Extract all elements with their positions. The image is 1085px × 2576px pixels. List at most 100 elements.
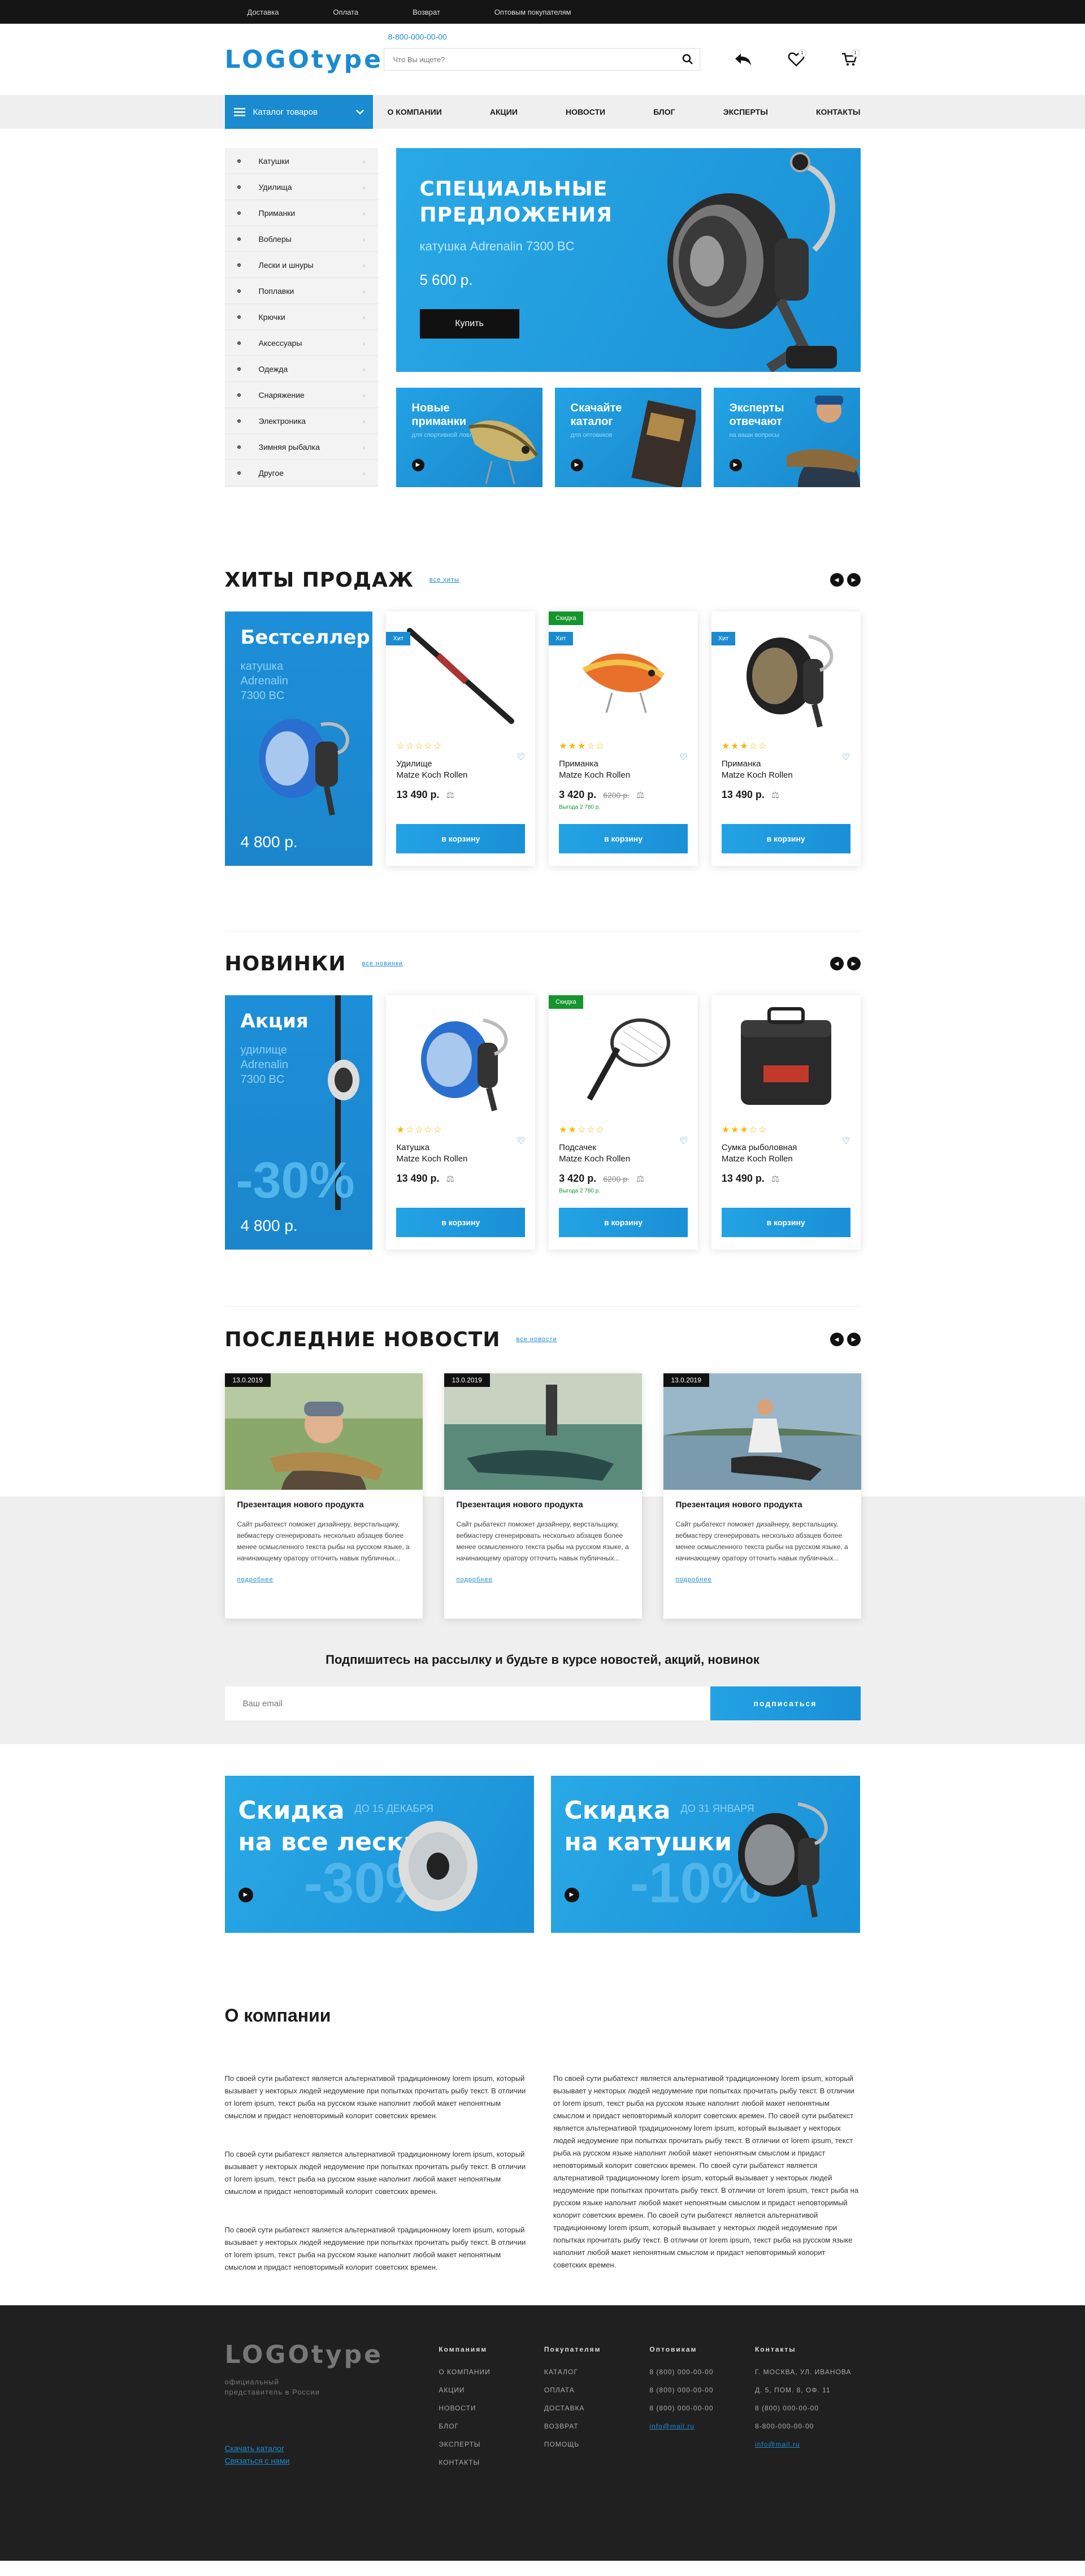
- prev-arrow-icon[interactable]: ◀: [830, 573, 844, 587]
- compare-icon[interactable]: ⚖: [771, 790, 779, 801]
- footer-phone[interactable]: 8 (800) 000-00-00: [649, 2381, 755, 2399]
- nav-link-about[interactable]: О КОМПАНИИ: [388, 107, 442, 116]
- product-card[interactable]: ★★★☆☆ ♡ Сумка рыболовная Matze Koch Rolle…: [711, 995, 861, 1250]
- logo[interactable]: LOGOtype: [225, 45, 384, 74]
- email-field[interactable]: [224, 1686, 710, 1720]
- topbar-link-wholesale[interactable]: Оптовым покупателям: [494, 8, 571, 16]
- footer-link[interactable]: ВОЗВРАТ: [544, 2417, 650, 2435]
- footer-link[interactable]: ПОМОЩЬ: [544, 2435, 650, 2453]
- product-card[interactable]: Хит ☆☆☆☆☆ ♡ Удилище Matze Koch Rollen 13 …: [386, 612, 536, 866]
- footer-link[interactable]: О КОМПАНИИ: [439, 2363, 544, 2381]
- news-item-title[interactable]: Презентация нового продукта: [237, 1500, 410, 1510]
- arrow-right-icon[interactable]: ▶: [411, 459, 424, 471]
- category-item[interactable]: Зимняя рыбалка ›: [224, 434, 378, 460]
- category-item[interactable]: Одежда ›: [224, 356, 378, 382]
- category-item[interactable]: Электроника ›: [224, 408, 378, 434]
- compare-icon[interactable]: ⚖: [446, 1173, 454, 1185]
- product-name[interactable]: Matze Koch Rollen: [396, 1154, 467, 1164]
- sale-banner-line[interactable]: Скидка на все лески ДО 15 ДЕКАБРЯ -30% ▶: [224, 1776, 534, 1933]
- news-card[interactable]: 13.0.2019 Презентация нового продукта Са…: [663, 1373, 861, 1619]
- bestseller-promo[interactable]: Бестселлер катушка Adrenalin 7300 BC 4 8…: [224, 612, 373, 866]
- tile-new-lures[interactable]: Новые приманки для спортивной ловли ▶: [396, 388, 542, 487]
- heart-icon[interactable]: ♡: [517, 1135, 525, 1147]
- arrow-right-icon[interactable]: ▶: [238, 1888, 253, 1902]
- footer-link[interactable]: ОПЛАТА: [544, 2381, 650, 2399]
- nav-link-experts[interactable]: ЭКСПЕРТЫ: [723, 107, 768, 116]
- heart-icon[interactable]: ♡: [517, 752, 525, 763]
- next-arrow-icon[interactable]: ▶: [847, 573, 861, 587]
- footer-phone[interactable]: 8 (800) 000-00-00: [649, 2363, 755, 2381]
- nav-link-blog[interactable]: БЛОГ: [653, 107, 675, 116]
- read-more-link[interactable]: подробнее: [237, 1576, 410, 1583]
- action-promo[interactable]: Акция удилище Adrenalin 7300 BC -30% 4 8…: [224, 995, 373, 1250]
- add-to-cart-button[interactable]: в корзину: [559, 1208, 688, 1237]
- heart-icon[interactable]: ♡: [679, 752, 687, 763]
- product-name[interactable]: Matze Koch Rollen: [396, 770, 467, 780]
- compare-icon[interactable]: ⚖: [636, 790, 644, 801]
- topbar-link-payment[interactable]: Оплата: [333, 8, 358, 16]
- nav-link-news[interactable]: НОВОСТИ: [566, 107, 605, 116]
- category-item[interactable]: Лески и шнуры ›: [224, 252, 378, 278]
- compare-icon[interactable]: ⚖: [771, 1173, 779, 1185]
- product-card[interactable]: Хит ★★★☆☆ ♡ Приманка Matze Koch Rollen 13…: [711, 612, 861, 866]
- news-item-title[interactable]: Презентация нового продукта: [457, 1500, 630, 1510]
- topbar-link-delivery[interactable]: Доставка: [248, 8, 279, 16]
- add-to-cart-button[interactable]: в корзину: [559, 824, 688, 853]
- next-arrow-icon[interactable]: ▶: [847, 957, 861, 970]
- category-item[interactable]: Приманки ›: [224, 200, 378, 226]
- product-name[interactable]: Matze Koch Rollen: [559, 770, 630, 780]
- sale-banner-reels[interactable]: Скидка на катушки ДО 31 ЯНВАРЯ -10% ▶: [550, 1776, 860, 1933]
- footer-phone[interactable]: 8 (800) 000-00-00: [755, 2399, 861, 2417]
- footer-link[interactable]: ДОСТАВКА: [544, 2399, 650, 2417]
- tile-experts[interactable]: Эксперты отвечают на ваши вопросы ▶: [713, 388, 860, 487]
- prev-arrow-icon[interactable]: ◀: [830, 957, 844, 970]
- news-card[interactable]: 13.0.2019 Презентация нового продукта Са…: [444, 1373, 642, 1619]
- compare-icon[interactable]: ⚖: [446, 790, 454, 801]
- footer-link[interactable]: КОНТАКТЫ: [439, 2453, 544, 2471]
- footer-link[interactable]: ЭКСПЕРТЫ: [439, 2435, 544, 2453]
- product-card[interactable]: Скидка ★★☆☆☆ ♡ Подсачек Matze Koch Rollen…: [549, 995, 698, 1250]
- category-item[interactable]: Аксессуары ›: [224, 330, 378, 356]
- cart-button[interactable]: 1: [838, 48, 861, 71]
- category-item[interactable]: Снаряжение ›: [224, 382, 378, 408]
- category-item[interactable]: Катушки ›: [224, 148, 378, 174]
- product-card[interactable]: Скидка Хит ★★★☆☆ ♡ Приманка Matze Koch Ro…: [549, 612, 698, 866]
- footer-email-link[interactable]: info@mail.ru: [755, 2440, 800, 2448]
- nav-link-sales[interactable]: АКЦИИ: [490, 107, 518, 116]
- prev-arrow-icon[interactable]: ◀: [830, 1333, 844, 1346]
- heart-icon[interactable]: ♡: [842, 1135, 850, 1147]
- product-name[interactable]: Matze Koch Rollen: [722, 1154, 793, 1164]
- footer-phone[interactable]: 8 (800) 000-00-00: [649, 2399, 755, 2417]
- product-card[interactable]: ★☆☆☆☆ ♡ Катушка Matze Koch Rollen 13 490 …: [386, 995, 536, 1250]
- arrow-right-icon[interactable]: ▶: [729, 459, 742, 471]
- search-input[interactable]: [383, 48, 700, 71]
- heart-icon[interactable]: ♡: [842, 752, 850, 763]
- add-to-cart-button[interactable]: в корзину: [721, 1208, 850, 1237]
- heart-icon[interactable]: ♡: [679, 1135, 687, 1147]
- add-to-cart-button[interactable]: в корзину: [396, 1208, 526, 1237]
- footer-phone[interactable]: 8-800-000-00-00: [755, 2417, 861, 2435]
- product-name[interactable]: Matze Koch Rollen: [559, 1154, 630, 1164]
- next-arrow-icon[interactable]: ▶: [847, 1333, 861, 1346]
- news-card[interactable]: 13.0.2019 Презентация нового продукта Са…: [224, 1373, 423, 1619]
- subscribe-button[interactable]: подписаться: [710, 1686, 861, 1720]
- back-button[interactable]: [732, 48, 754, 71]
- news-item-title[interactable]: Презентация нового продукта: [676, 1500, 849, 1510]
- topbar-link-return[interactable]: Возврат: [413, 8, 440, 16]
- category-item[interactable]: Воблеры ›: [224, 226, 378, 252]
- phone-number[interactable]: 8-800-000-00-00: [388, 32, 447, 41]
- novelties-all-link[interactable]: все новинки: [362, 960, 403, 967]
- compare-icon[interactable]: ⚖: [636, 1173, 644, 1185]
- add-to-cart-button[interactable]: в корзину: [721, 824, 850, 853]
- footer-link[interactable]: БЛОГ: [439, 2417, 544, 2435]
- add-to-cart-button[interactable]: в корзину: [396, 824, 526, 853]
- tile-download-catalog[interactable]: Скачайте каталог для оптовиков ▶: [554, 388, 701, 487]
- footer-link[interactable]: АКЦИИ: [439, 2381, 544, 2399]
- download-catalog-link[interactable]: Скачать каталог: [225, 2444, 439, 2453]
- category-item[interactable]: Другое ›: [224, 460, 378, 486]
- wishlist-button[interactable]: 1: [785, 48, 808, 71]
- nav-link-contacts[interactable]: КОНТАКТЫ: [816, 107, 860, 116]
- footer-link[interactable]: НОВОСТИ: [439, 2399, 544, 2417]
- product-name[interactable]: Matze Koch Rollen: [722, 770, 793, 780]
- category-item[interactable]: Удилища ›: [224, 174, 378, 200]
